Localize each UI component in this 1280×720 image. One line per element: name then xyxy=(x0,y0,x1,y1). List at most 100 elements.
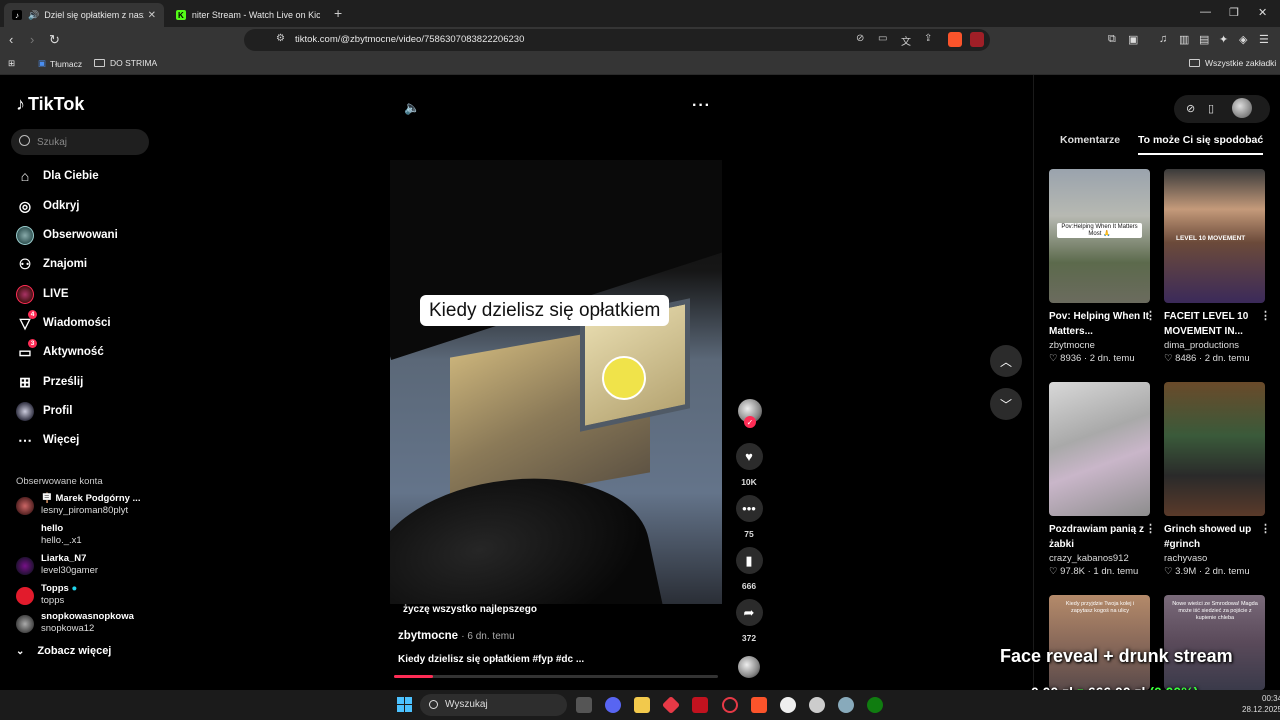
task-view-icon[interactable] xyxy=(576,697,592,713)
tiktok-logo[interactable]: ♪ TikTok xyxy=(16,94,84,115)
followed-account[interactable]: Topps ● topps xyxy=(16,583,161,609)
opera-icon[interactable] xyxy=(722,697,738,713)
previous-video-button[interactable]: ︿ xyxy=(990,345,1022,377)
music-icon[interactable]: ♫ xyxy=(1159,33,1167,45)
site-info-icon[interactable]: ⚙ xyxy=(276,33,285,44)
screen-icon[interactable]: ▭ xyxy=(878,33,887,44)
leo-ai-icon[interactable]: ✦ xyxy=(1219,33,1228,46)
settings-icon[interactable] xyxy=(838,697,854,713)
obs-icon[interactable] xyxy=(809,697,825,713)
nav-friends[interactable]: ⚇ Znajomi xyxy=(16,253,156,275)
wallet-icon[interactable]: ▣ xyxy=(1128,33,1138,46)
brave-rewards-icon[interactable] xyxy=(970,32,984,47)
brave-shields-icon[interactable] xyxy=(948,32,962,47)
card-more-icon[interactable]: ⋮ xyxy=(1260,522,1271,535)
nav-upload[interactable]: ⊞ Prześlij xyxy=(16,371,156,393)
bookmark-folder-do-strima[interactable]: DO STRIMA xyxy=(94,58,157,68)
tab-comments[interactable]: Komentarze xyxy=(1060,134,1120,146)
maximize-icon[interactable]: ❐ xyxy=(1229,6,1239,19)
video-thumbnail[interactable] xyxy=(1164,382,1265,516)
recommended-video-card[interactable]: Pov:Helping When It Matters Most 🙏 Pov: … xyxy=(1049,169,1156,364)
nav-profile[interactable]: Profil xyxy=(16,400,156,422)
recommended-video-card[interactable]: Pozdrawiam panią z żabki ⋮ crazy_kabanos… xyxy=(1049,382,1156,577)
apps-grid-icon[interactable]: ⊞ xyxy=(8,58,15,69)
author-name[interactable]: zbytmocne xyxy=(398,630,458,642)
comment-button[interactable]: ••• 75 xyxy=(734,495,764,539)
card-author[interactable]: crazy_kabanos912 xyxy=(1049,553,1150,564)
video-author[interactable]: zbytmocne · 6 dn. temu xyxy=(398,630,515,642)
menu-icon[interactable]: ☰ xyxy=(1259,33,1269,46)
close-window-icon[interactable]: ✕ xyxy=(1258,6,1267,19)
card-author[interactable]: zbytmocne xyxy=(1049,340,1150,351)
nav-live[interactable]: LIVE xyxy=(16,283,156,305)
address-bar[interactable]: ⚙ tiktok.com/@zbytmocne/video/7586307083… xyxy=(244,29,990,51)
close-tab-icon[interactable]: ✕ xyxy=(148,10,156,21)
card-author[interactable]: rachyvaso xyxy=(1164,553,1265,564)
nav-activity[interactable]: ▭ 3 Aktywność xyxy=(16,339,156,363)
discord-icon[interactable] xyxy=(605,697,621,713)
taskbar-clock[interactable]: 00:34 28.12.2025 xyxy=(1242,693,1280,715)
taskbar-search[interactable]: Wyszukaj xyxy=(420,694,567,716)
nav-explore[interactable]: ◎ Odkryj xyxy=(16,195,156,217)
reload-icon[interactable]: ↻ xyxy=(49,32,60,48)
app-diamond-icon[interactable] xyxy=(661,695,681,715)
card-more-icon[interactable]: ⋮ xyxy=(1145,309,1156,322)
minimize-icon[interactable]: — xyxy=(1200,6,1211,18)
card-more-icon[interactable]: ⋮ xyxy=(1145,522,1156,535)
card-author[interactable]: dima_productions xyxy=(1164,340,1265,351)
recommended-video-card[interactable]: LEVEL 10 MOVEMENT FACEIT LEVEL 10 MOVEME… xyxy=(1164,169,1271,364)
volume-icon[interactable]: 🔈 xyxy=(404,100,420,116)
followed-account[interactable]: 🪧 Marek Podgórny ... lesny_piroman80plyt xyxy=(16,493,161,519)
video-thumbnail[interactable]: LEVEL 10 MOVEMENT xyxy=(1164,169,1265,303)
like-button[interactable]: ♥ 10K xyxy=(734,443,764,487)
next-video-button[interactable]: ﹀ xyxy=(990,388,1022,420)
vpn-icon[interactable]: ◈ xyxy=(1239,33,1247,46)
xbox-icon[interactable] xyxy=(867,697,883,713)
translate-icon[interactable]: 文 xyxy=(901,33,911,48)
windows-start-icon[interactable] xyxy=(397,697,412,712)
video-thumbnail[interactable]: Pov:Helping When It Matters Most 🙏 xyxy=(1049,169,1150,303)
profile-globe-icon[interactable] xyxy=(1232,98,1252,118)
followed-account[interactable]: Liarka_N7 level30gamer xyxy=(16,553,161,579)
nav-more[interactable]: ⋯ Więcej xyxy=(16,429,156,451)
nav-for-you[interactable]: ⌂ Dla Ciebie xyxy=(16,165,156,187)
video-thumbnail[interactable]: Kiedy przyjdzie Twoja kolej i zapytasz k… xyxy=(1049,595,1150,690)
tab-tiktok[interactable]: ♪ 🔊 Dziel się opłatkiem z naszymi ✕ xyxy=(4,3,164,27)
steam-icon[interactable] xyxy=(780,697,796,713)
back-icon[interactable]: ‹ xyxy=(9,32,13,47)
wallet2-icon[interactable]: ▤ xyxy=(1199,33,1209,46)
recommended-video-card[interactable]: Nowe wieści ze Smrodowa! Magda może iść … xyxy=(1164,595,1265,690)
extensions-icon[interactable]: ⧉ xyxy=(1108,33,1116,46)
more-options-icon[interactable]: ··· xyxy=(692,97,711,115)
brave-icon[interactable] xyxy=(751,697,767,713)
file-explorer-icon[interactable] xyxy=(634,697,650,713)
nav-messages[interactable]: ▽ 4 Wiadomości xyxy=(16,310,156,334)
card-more-icon[interactable]: ⋮ xyxy=(1260,309,1271,322)
video-player[interactable] xyxy=(390,160,722,604)
bookmark-translate[interactable]: ▣ Tłumacz xyxy=(38,58,82,69)
device-icon[interactable]: ▯ xyxy=(1208,102,1214,115)
see-more-button[interactable]: ⌄ Zobacz więcej xyxy=(16,645,111,657)
new-tab-button[interactable]: + xyxy=(334,5,342,21)
recommended-video-card[interactable]: Kiedy przyjdzie Twoja kolej i zapytasz k… xyxy=(1049,595,1150,690)
followed-account[interactable]: snopkowasnopkowa snopkowa12 xyxy=(16,611,161,637)
video-thumbnail[interactable] xyxy=(1049,382,1150,516)
forward-icon[interactable]: › xyxy=(30,32,34,47)
video-thumbnail[interactable]: Nowe wieści ze Smrodowa! Magda może iść … xyxy=(1164,595,1265,690)
tab-recommended[interactable]: To może Ci się spodobać xyxy=(1138,134,1264,155)
cast-off-icon[interactable]: ⊘ xyxy=(856,33,864,44)
search-input[interactable] xyxy=(37,134,142,150)
share-button[interactable]: ➦ 372 xyxy=(734,599,764,643)
app-shield-icon[interactable] xyxy=(692,697,708,713)
share-icon[interactable]: ⇪ xyxy=(924,33,932,44)
all-bookmarks[interactable]: Wszystkie zakładki xyxy=(1189,58,1276,68)
recommended-video-card[interactable]: Grinch showed up #grinch ⋮ rachyvaso ♡ 3… xyxy=(1164,382,1271,577)
explore-icon[interactable]: ⊘ xyxy=(1186,102,1195,115)
tab-kick[interactable]: K niter Stream - Watch Live on Kick xyxy=(168,3,328,27)
video-description[interactable]: Kiedy dzielisz się opłatkiem #fyp #dc ..… xyxy=(398,654,584,665)
sound-disc-icon[interactable] xyxy=(738,656,760,678)
nav-following[interactable]: Obserwowani xyxy=(16,224,156,246)
video-progress-bar[interactable] xyxy=(394,675,718,678)
sidebar-toggle-icon[interactable]: ▥ xyxy=(1179,33,1189,46)
search-box[interactable] xyxy=(11,129,149,155)
